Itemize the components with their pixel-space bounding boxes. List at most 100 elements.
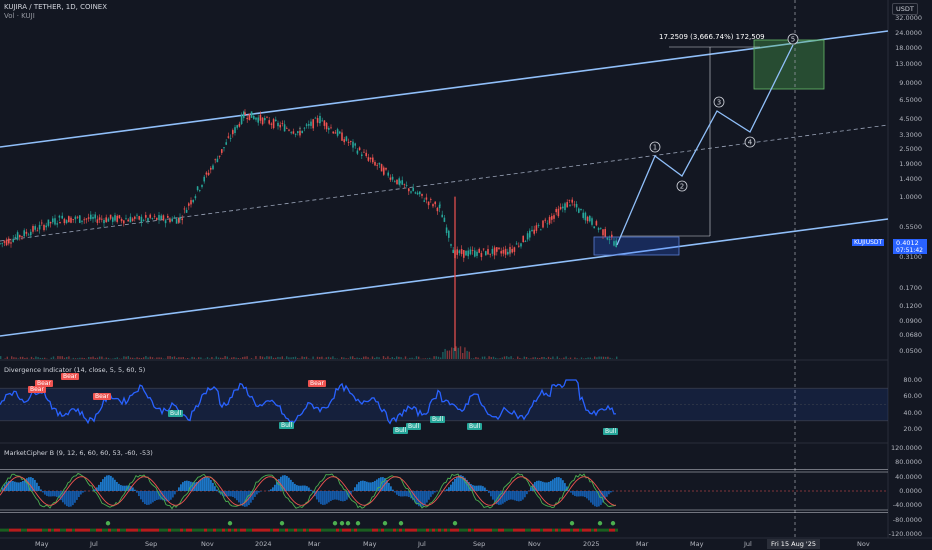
price-candle-body — [303, 127, 306, 129]
mc-money-flow-bar — [561, 528, 564, 532]
price-candle-body — [613, 241, 615, 246]
mc-wave-bar — [596, 491, 598, 507]
price-candle-body — [76, 216, 79, 218]
mc-buy-dot — [105, 521, 111, 526]
mc-wave-bar — [552, 479, 554, 491]
mc-money-flow-bar — [102, 528, 105, 532]
price-candle-body — [253, 116, 255, 120]
price-candle-body — [434, 201, 436, 205]
mc-wave-bar — [200, 479, 202, 491]
mc-wave-bar — [366, 481, 368, 491]
volume-bar — [477, 357, 479, 359]
price-candle-body — [272, 119, 275, 129]
mc-money-flow-bar — [273, 528, 276, 532]
volume-bar — [530, 358, 532, 359]
price-candle-body — [98, 217, 101, 220]
volume-bar — [134, 358, 136, 359]
mc-money-flow-bar — [84, 528, 87, 532]
price-candle-body — [308, 124, 310, 126]
time-tick-label: Jul — [90, 540, 98, 548]
mc-wave-bar — [172, 491, 174, 498]
price-candle-body — [246, 117, 248, 120]
mc-wave-bar — [114, 479, 116, 491]
mc-wave-bar — [30, 477, 32, 491]
price-candle-body — [602, 229, 604, 236]
mc-money-flow-bar — [45, 528, 48, 532]
volume-bar — [88, 357, 90, 359]
volume-label: Vol · KUJI — [4, 12, 35, 20]
volume-bar — [371, 356, 374, 359]
chart-canvas[interactable]: 1 2 3 4 5 — [0, 0, 932, 550]
mc-wave-bar — [478, 485, 480, 491]
indicator-tick-label: 40.00 — [903, 408, 922, 417]
mc-money-flow-bar — [276, 528, 279, 532]
mc-money-flow-bar — [66, 528, 69, 532]
mc-money-flow-bar — [471, 528, 474, 532]
volume-bar — [616, 356, 618, 359]
mc-money-flow-bar — [396, 528, 399, 532]
mc-wave-bar — [40, 489, 42, 491]
price-candle-body — [531, 229, 533, 231]
price-candle-body — [162, 215, 165, 221]
mc-money-flow-bar — [564, 528, 567, 532]
price-candle-body — [120, 218, 123, 222]
price-candle-body — [118, 215, 121, 219]
volume-bar — [24, 357, 26, 359]
price-candle-body — [96, 219, 99, 223]
volume-bar — [385, 357, 387, 359]
volume-bar — [288, 357, 290, 359]
mc-money-flow-bar — [522, 528, 525, 532]
price-candle-body — [74, 216, 77, 220]
mc-wave-bar — [74, 491, 76, 503]
volume-bar — [215, 356, 217, 359]
mc-money-flow-bar — [153, 528, 156, 532]
mc-money-flow-bar — [480, 528, 483, 532]
mc-wave-bar — [272, 487, 274, 491]
mc-money-flow-bar — [12, 528, 15, 532]
mc-money-flow-bar — [54, 528, 57, 532]
price-candle-body — [489, 253, 491, 255]
mc-wave-bar — [540, 481, 542, 491]
volume-bar — [259, 356, 261, 359]
volume-bar — [266, 356, 268, 359]
volume-bar — [140, 357, 143, 359]
price-candle-body — [305, 124, 308, 126]
volume-bar — [545, 358, 547, 359]
price-candle-body — [557, 208, 560, 217]
volume-bar — [503, 356, 506, 359]
mc-buy-dot — [227, 521, 233, 526]
mc-money-flow-bar — [579, 528, 582, 532]
volume-bar — [37, 357, 39, 359]
price-candle-body — [383, 167, 385, 175]
mc-money-flow-bar — [108, 528, 111, 532]
mc-money-flow-bar — [231, 528, 234, 532]
mc-money-flow-bar — [501, 528, 504, 532]
price-candle-body — [500, 251, 502, 254]
price-candle-body — [354, 143, 356, 146]
price-candle-body — [112, 217, 114, 222]
mc-wave-bar — [560, 478, 562, 491]
volume-bar — [446, 350, 448, 359]
volume-bar — [462, 352, 464, 359]
price-candle-body — [283, 124, 286, 132]
mc-wave-bar — [244, 491, 246, 507]
mc-wave-bar — [94, 489, 96, 491]
mc-money-flow-bar — [330, 528, 333, 532]
mc-money-flow-bar — [519, 528, 522, 532]
volume-bar — [508, 357, 510, 359]
price-candle-body — [32, 226, 34, 232]
mc-wave-bar — [518, 491, 520, 502]
price-candle-body — [275, 119, 277, 121]
price-candle-body — [79, 215, 81, 223]
mc-wave-bar — [322, 491, 324, 505]
volume-bar — [178, 357, 180, 359]
mc-money-flow-bar — [210, 528, 213, 532]
mc-wave-bar — [154, 491, 156, 501]
price-candle-body — [264, 117, 266, 121]
mc-wave-bar — [450, 484, 452, 491]
mc-money-flow-bar — [51, 528, 54, 532]
volume-bar — [451, 347, 453, 359]
price-candle-body — [365, 152, 367, 157]
volume-bar — [200, 357, 202, 359]
mc-wave-bar — [136, 491, 138, 493]
